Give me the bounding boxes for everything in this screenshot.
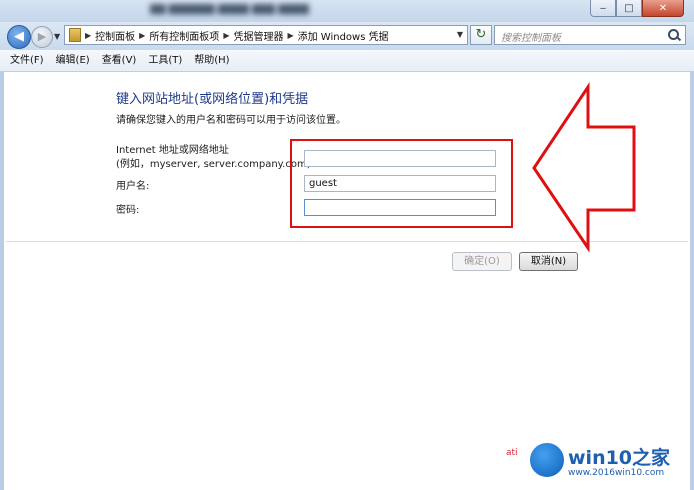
left-arrow-annotation	[532, 82, 636, 252]
menu-edit[interactable]: 编辑(E)	[50, 50, 96, 71]
refresh-icon[interactable]: ↻	[470, 25, 492, 45]
menu-file[interactable]: 文件(F)	[0, 50, 50, 71]
search-input[interactable]: 搜索控制面板	[501, 29, 561, 44]
page-title: 键入网站地址(或网络位置)和凭据	[116, 92, 309, 107]
watermark-logo: win10之家 www.2016win10.com	[528, 441, 692, 485]
ok-button[interactable]: 确定(O)	[452, 252, 512, 271]
maximize-button[interactable]: □	[616, 0, 642, 17]
chevron-right-icon[interactable]: ▶	[139, 31, 145, 40]
breadcrumb-add-credential[interactable]: 添加 Windows 凭据	[298, 28, 389, 43]
minimize-button[interactable]: ‒	[590, 0, 616, 17]
search-icon[interactable]	[668, 29, 679, 40]
breadcrumb-credential-manager[interactable]: 凭据管理器	[233, 28, 283, 43]
back-arrow-icon[interactable]: ◀	[7, 25, 31, 49]
search-box[interactable]: 搜索控制面板	[494, 25, 686, 45]
password-label: 密码:	[116, 205, 140, 216]
menu-bar: 文件(F) 编辑(E) 查看(V) 工具(T) 帮助(H)	[0, 50, 694, 72]
chevron-right-icon[interactable]: ▶	[287, 31, 293, 40]
window-controls: ‒ □ ✕	[590, 0, 684, 17]
navigation-bar: ◀ ▶ ▼ ▶ 控制面板 ▶ 所有控制面板项 ▶ 凭据管理器 ▶ 添加 Wind…	[0, 22, 694, 50]
intro-text: 请确保您键入的用户名和密码可以用于访问该位置。	[116, 115, 346, 126]
close-button[interactable]: ✕	[642, 0, 684, 17]
control-panel-icon	[69, 28, 81, 42]
win10-logo-icon	[528, 441, 566, 479]
forward-arrow-icon[interactable]: ▶	[31, 26, 53, 48]
credential-manager-window: ██ ██████ ████ ███ ████ ‒ □ ✕ ◀ ▶ ▼ ▶ 控制…	[0, 0, 694, 490]
menu-tools[interactable]: 工具(T)	[142, 50, 188, 71]
menu-help[interactable]: 帮助(H)	[188, 50, 235, 71]
address-label-line1: Internet 地址或网络地址	[116, 145, 229, 156]
username-label: 用户名:	[116, 181, 150, 192]
title-bar: ██ ██████ ████ ███ ████ ‒ □ ✕	[0, 0, 694, 22]
address-dropdown-icon[interactable]: ▼	[457, 30, 463, 39]
address-label-line2: (例如，myserver, server.company.com):	[116, 159, 314, 170]
watermark-small-text: ati	[506, 448, 518, 458]
menu-view[interactable]: 查看(V)	[96, 50, 143, 71]
window-frame-left	[0, 71, 4, 490]
watermark-url: www.2016win10.com	[568, 468, 665, 478]
breadcrumb-control-panel[interactable]: 控制面板	[95, 28, 135, 43]
window-title: ██ ██████ ████ ███ ████	[150, 4, 309, 15]
cancel-button[interactable]: 取消(N)	[519, 252, 578, 271]
chevron-right-icon[interactable]: ▶	[223, 31, 229, 40]
history-dropdown-icon[interactable]: ▼	[54, 32, 60, 41]
breadcrumb-all-items[interactable]: 所有控制面板项	[149, 28, 219, 43]
highlight-box	[290, 139, 513, 228]
chevron-right-icon[interactable]: ▶	[85, 31, 91, 40]
address-bar[interactable]: ▶ 控制面板 ▶ 所有控制面板项 ▶ 凭据管理器 ▶ 添加 Windows 凭据…	[64, 25, 468, 45]
watermark-name: win10之家	[568, 447, 671, 469]
window-frame-right	[690, 71, 694, 490]
